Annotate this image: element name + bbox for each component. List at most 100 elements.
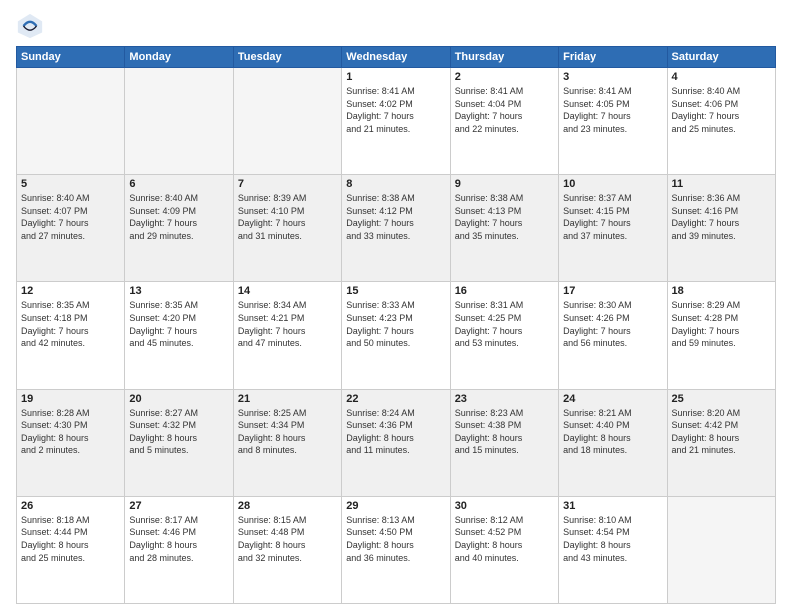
calendar-cell <box>667 496 775 603</box>
day-number: 21 <box>238 393 337 405</box>
day-info: Sunrise: 8:17 AM Sunset: 4:46 PM Dayligh… <box>129 514 228 564</box>
day-info: Sunrise: 8:12 AM Sunset: 4:52 PM Dayligh… <box>455 514 554 564</box>
calendar-cell: 7Sunrise: 8:39 AM Sunset: 4:10 PM Daylig… <box>233 175 341 282</box>
day-info: Sunrise: 8:40 AM Sunset: 4:07 PM Dayligh… <box>21 192 120 242</box>
day-info: Sunrise: 8:25 AM Sunset: 4:34 PM Dayligh… <box>238 407 337 457</box>
calendar-cell: 16Sunrise: 8:31 AM Sunset: 4:25 PM Dayli… <box>450 282 558 389</box>
calendar-cell: 5Sunrise: 8:40 AM Sunset: 4:07 PM Daylig… <box>17 175 125 282</box>
day-info: Sunrise: 8:38 AM Sunset: 4:13 PM Dayligh… <box>455 192 554 242</box>
calendar-cell: 21 Sunrise: 8:25 AM Sunset: 4:34 PM Dayli… <box>233 389 341 496</box>
calendar-cell: 19 Sunrise: 8:28 AM Sunset: 4:30 PM Dayli… <box>17 389 125 496</box>
calendar-cell: 20 Sunrise: 8:27 AM Sunset: 4:32 PM Dayli… <box>125 389 233 496</box>
day-info: Sunrise: 8:41 AM Sunset: 4:05 PM Dayligh… <box>563 85 662 135</box>
calendar-cell: 27 Sunrise: 8:17 AM Sunset: 4:46 PM Dayli… <box>125 496 233 603</box>
day-number: 25 <box>672 393 771 405</box>
calendar-week-row: 19 Sunrise: 8:28 AM Sunset: 4:30 PM Dayli… <box>17 389 776 496</box>
calendar-table: SundayMondayTuesdayWednesdayThursdayFrid… <box>16 46 776 604</box>
calendar-cell: 15 Sunrise: 8:33 AM Sunset: 4:23 PM Dayli… <box>342 282 450 389</box>
day-number: 27 <box>129 500 228 512</box>
day-info: Sunrise: 8:18 AM Sunset: 4:44 PM Dayligh… <box>21 514 120 564</box>
day-info: Sunrise: 8:36 AM Sunset: 4:16 PM Dayligh… <box>672 192 771 242</box>
calendar-header-monday: Monday <box>125 47 233 68</box>
day-info: Sunrise: 8:31 AM Sunset: 4:25 PM Dayligh… <box>455 299 554 349</box>
day-info: Sunrise: 8:38 AM Sunset: 4:12 PM Dayligh… <box>346 192 445 242</box>
logo <box>16 12 48 40</box>
calendar-header-wednesday: Wednesday <box>342 47 450 68</box>
calendar-header-saturday: Saturday <box>667 47 775 68</box>
day-info: Sunrise: 8:37 AM Sunset: 4:15 PM Dayligh… <box>563 192 662 242</box>
day-number: 29 <box>346 500 445 512</box>
calendar-week-row: 26 Sunrise: 8:18 AM Sunset: 4:44 PM Dayli… <box>17 496 776 603</box>
day-number: 26 <box>21 500 120 512</box>
day-number: 19 <box>21 393 120 405</box>
day-number: 17 <box>563 285 662 297</box>
day-info: Sunrise: 8:33 AM Sunset: 4:23 PM Dayligh… <box>346 299 445 349</box>
logo-icon <box>16 12 44 40</box>
day-number: 13 <box>129 285 228 297</box>
calendar-cell: 9Sunrise: 8:38 AM Sunset: 4:13 PM Daylig… <box>450 175 558 282</box>
day-number: 1 <box>346 71 445 83</box>
day-info: Sunrise: 8:30 AM Sunset: 4:26 PM Dayligh… <box>563 299 662 349</box>
calendar-week-row: 1Sunrise: 8:41 AM Sunset: 4:02 PM Daylig… <box>17 68 776 175</box>
day-info: Sunrise: 8:10 AM Sunset: 4:54 PM Dayligh… <box>563 514 662 564</box>
calendar-cell: 31 Sunrise: 8:10 AM Sunset: 4:54 PM Dayli… <box>559 496 667 603</box>
calendar-cell: 10 Sunrise: 8:37 AM Sunset: 4:15 PM Dayli… <box>559 175 667 282</box>
calendar-header-tuesday: Tuesday <box>233 47 341 68</box>
day-info: Sunrise: 8:35 AM Sunset: 4:18 PM Dayligh… <box>21 299 120 349</box>
day-number: 23 <box>455 393 554 405</box>
calendar-cell: 23 Sunrise: 8:23 AM Sunset: 4:38 PM Dayli… <box>450 389 558 496</box>
calendar-week-row: 5Sunrise: 8:40 AM Sunset: 4:07 PM Daylig… <box>17 175 776 282</box>
calendar-cell: 24Sunrise: 8:21 AM Sunset: 4:40 PM Dayli… <box>559 389 667 496</box>
day-number: 11 <box>672 178 771 190</box>
calendar-cell: 12 Sunrise: 8:35 AM Sunset: 4:18 PM Dayli… <box>17 282 125 389</box>
calendar-cell: 2 Sunrise: 8:41 AM Sunset: 4:04 PM Daylig… <box>450 68 558 175</box>
calendar-cell: 25 Sunrise: 8:20 AM Sunset: 4:42 PM Dayli… <box>667 389 775 496</box>
day-number: 7 <box>238 178 337 190</box>
day-number: 18 <box>672 285 771 297</box>
day-number: 10 <box>563 178 662 190</box>
day-number: 8 <box>346 178 445 190</box>
calendar-header-sunday: Sunday <box>17 47 125 68</box>
calendar-cell: 3 Sunrise: 8:41 AM Sunset: 4:05 PM Daylig… <box>559 68 667 175</box>
day-number: 4 <box>672 71 771 83</box>
calendar-cell: 22 Sunrise: 8:24 AM Sunset: 4:36 PM Dayli… <box>342 389 450 496</box>
day-number: 30 <box>455 500 554 512</box>
calendar-cell <box>17 68 125 175</box>
calendar-week-row: 12 Sunrise: 8:35 AM Sunset: 4:18 PM Dayli… <box>17 282 776 389</box>
day-number: 24 <box>563 393 662 405</box>
day-number: 2 <box>455 71 554 83</box>
calendar-cell: 18Sunrise: 8:29 AM Sunset: 4:28 PM Dayli… <box>667 282 775 389</box>
day-number: 28 <box>238 500 337 512</box>
calendar-cell: 29 Sunrise: 8:13 AM Sunset: 4:50 PM Dayli… <box>342 496 450 603</box>
day-number: 3 <box>563 71 662 83</box>
day-number: 22 <box>346 393 445 405</box>
calendar-header-friday: Friday <box>559 47 667 68</box>
calendar-cell: 4 Sunrise: 8:40 AM Sunset: 4:06 PM Daylig… <box>667 68 775 175</box>
day-number: 20 <box>129 393 228 405</box>
calendar-cell: 6 Sunrise: 8:40 AM Sunset: 4:09 PM Daylig… <box>125 175 233 282</box>
day-number: 6 <box>129 178 228 190</box>
day-number: 15 <box>346 285 445 297</box>
day-info: Sunrise: 8:15 AM Sunset: 4:48 PM Dayligh… <box>238 514 337 564</box>
calendar-cell <box>125 68 233 175</box>
day-info: Sunrise: 8:34 AM Sunset: 4:21 PM Dayligh… <box>238 299 337 349</box>
day-info: Sunrise: 8:40 AM Sunset: 4:09 PM Dayligh… <box>129 192 228 242</box>
day-number: 31 <box>563 500 662 512</box>
top-section <box>16 12 776 40</box>
page: SundayMondayTuesdayWednesdayThursdayFrid… <box>0 0 792 612</box>
calendar-cell: 1Sunrise: 8:41 AM Sunset: 4:02 PM Daylig… <box>342 68 450 175</box>
calendar-header-thursday: Thursday <box>450 47 558 68</box>
day-info: Sunrise: 8:13 AM Sunset: 4:50 PM Dayligh… <box>346 514 445 564</box>
day-info: Sunrise: 8:27 AM Sunset: 4:32 PM Dayligh… <box>129 407 228 457</box>
calendar-cell: 8 Sunrise: 8:38 AM Sunset: 4:12 PM Daylig… <box>342 175 450 282</box>
day-info: Sunrise: 8:23 AM Sunset: 4:38 PM Dayligh… <box>455 407 554 457</box>
day-number: 12 <box>21 285 120 297</box>
day-info: Sunrise: 8:35 AM Sunset: 4:20 PM Dayligh… <box>129 299 228 349</box>
calendar-cell <box>233 68 341 175</box>
day-info: Sunrise: 8:41 AM Sunset: 4:04 PM Dayligh… <box>455 85 554 135</box>
day-info: Sunrise: 8:40 AM Sunset: 4:06 PM Dayligh… <box>672 85 771 135</box>
day-info: Sunrise: 8:24 AM Sunset: 4:36 PM Dayligh… <box>346 407 445 457</box>
day-info: Sunrise: 8:20 AM Sunset: 4:42 PM Dayligh… <box>672 407 771 457</box>
day-info: Sunrise: 8:28 AM Sunset: 4:30 PM Dayligh… <box>21 407 120 457</box>
calendar-cell: 26 Sunrise: 8:18 AM Sunset: 4:44 PM Dayli… <box>17 496 125 603</box>
